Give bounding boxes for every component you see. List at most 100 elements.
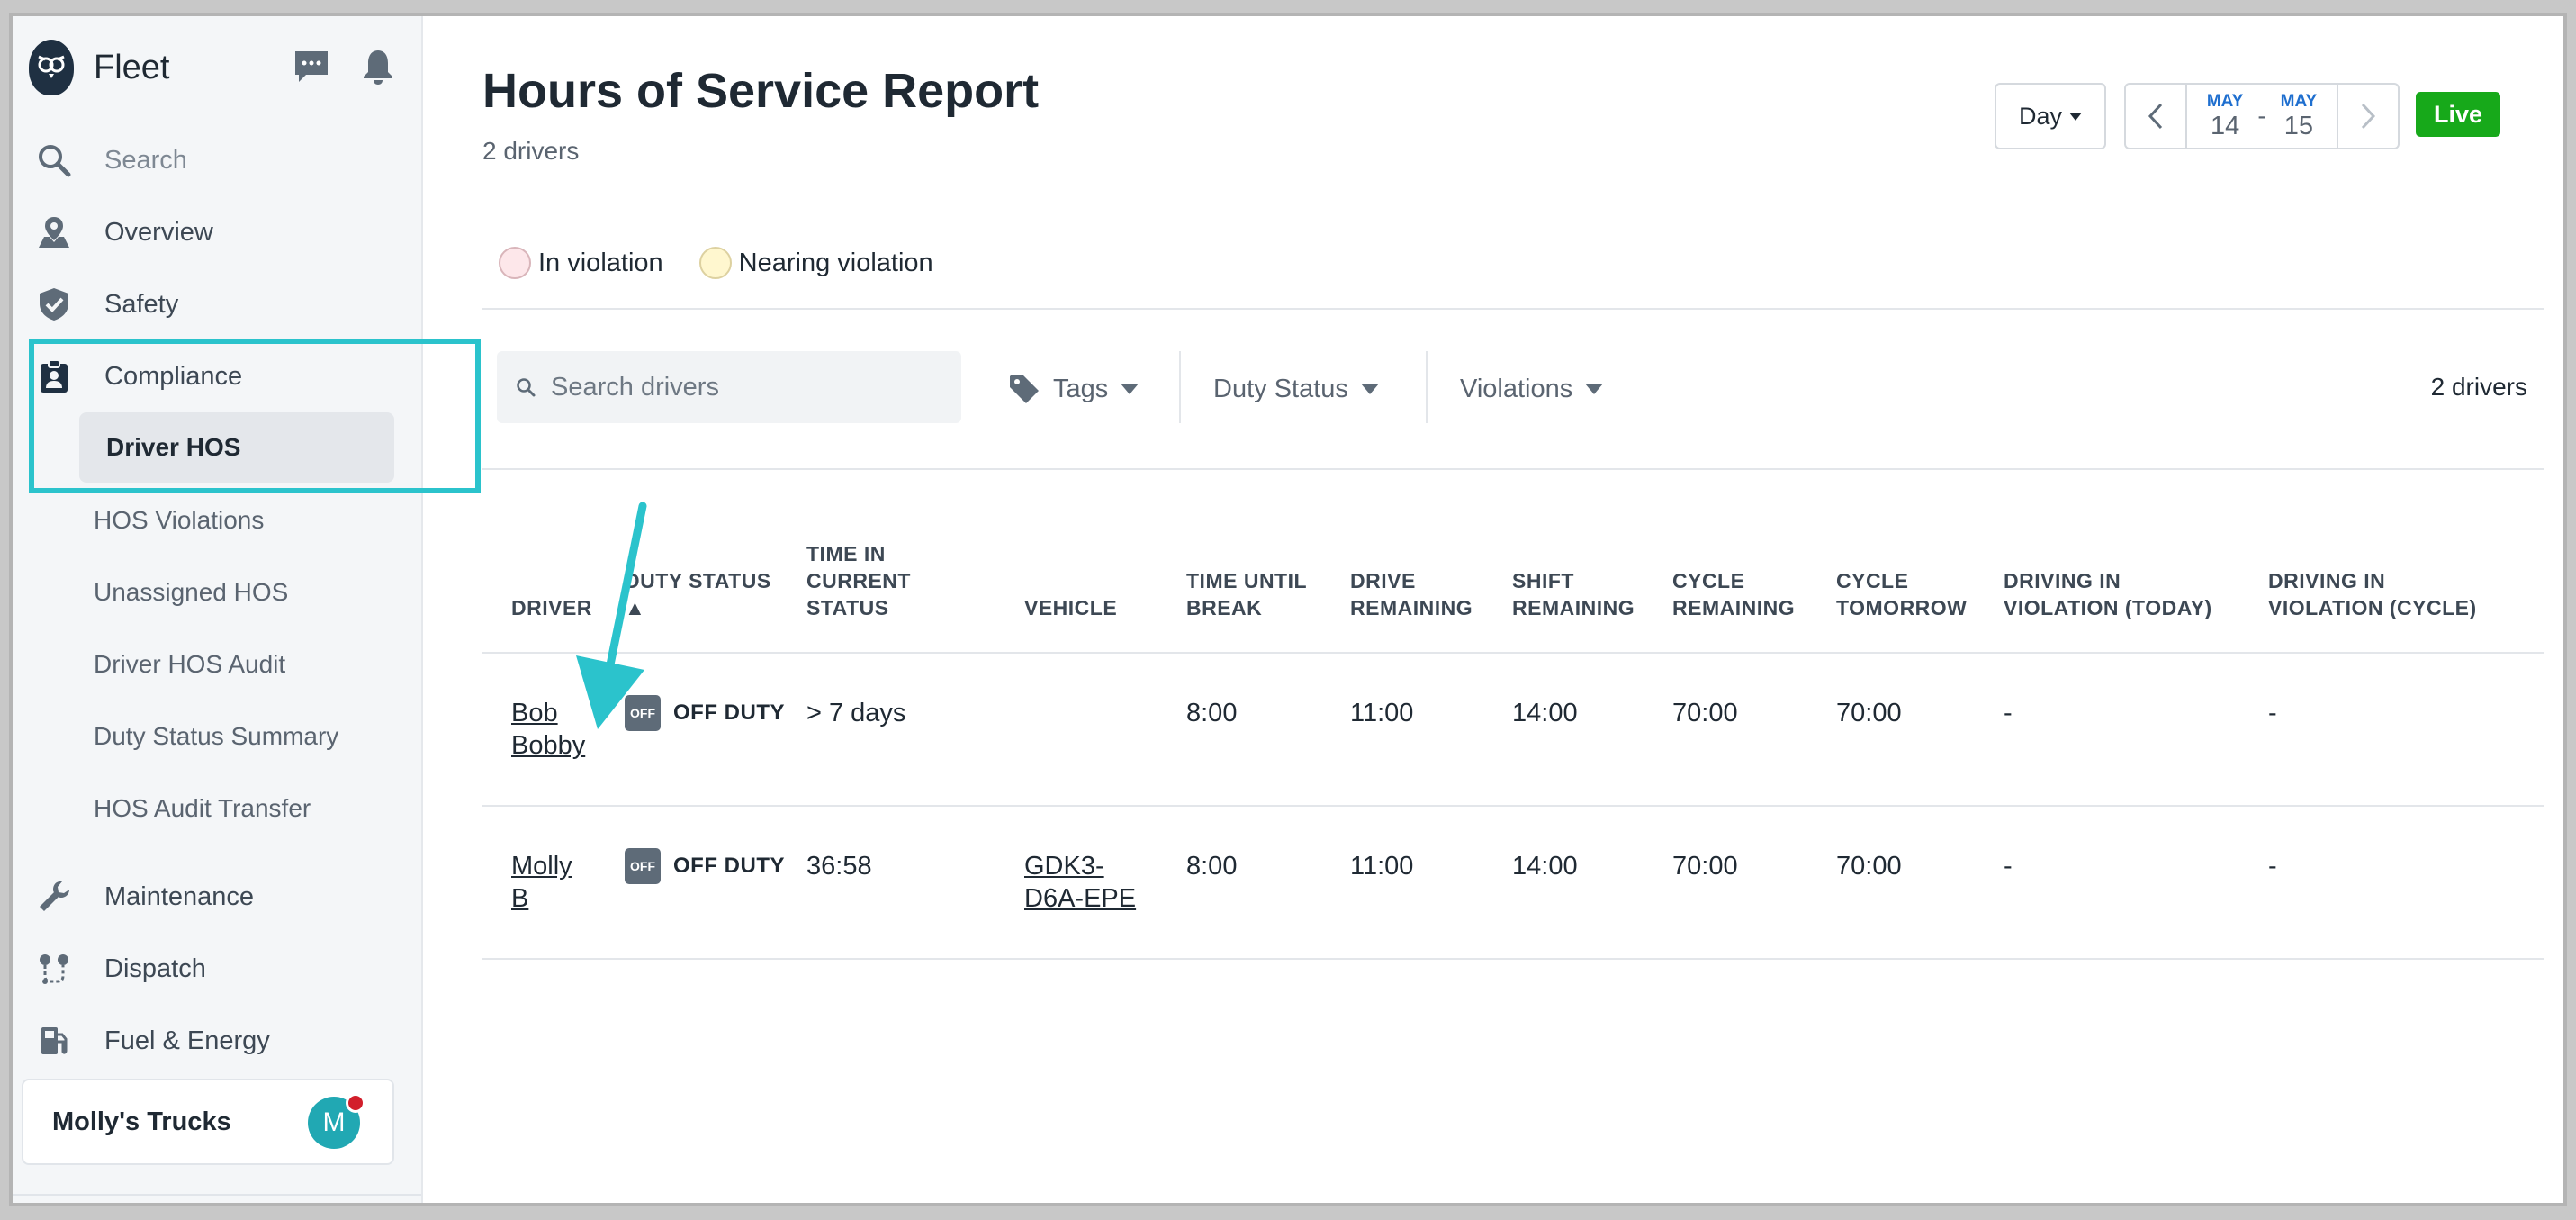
off-duty-icon: OFF xyxy=(625,848,661,884)
col-label: VEHICLE xyxy=(1024,596,1118,619)
col-time-until-break[interactable]: TIME UNTIL BREAK xyxy=(1186,567,1307,621)
range-mode-label: Day xyxy=(2018,102,2062,130)
col-cycle-tomorrow[interactable]: CYCLE TOMORROW xyxy=(1836,567,1967,621)
col-label: TIME UNTIL xyxy=(1186,569,1308,592)
drive-remaining: 11:00 xyxy=(1350,699,1414,727)
cycle-remaining: 70:00 xyxy=(1672,699,1738,727)
col-label: TOMORROW xyxy=(1836,596,1968,619)
header-divider xyxy=(482,308,2544,310)
sidebar-item-maintenance[interactable]: Maintenance xyxy=(36,879,254,915)
col-label: STATUS xyxy=(806,596,889,619)
sidebar-subitem-duty-status-summary[interactable]: Duty Status Summary xyxy=(94,722,338,751)
bell-icon[interactable] xyxy=(360,49,396,85)
col-driving-violation-cycle[interactable]: DRIVING IN VIOLATION (CYCLE) xyxy=(2268,567,2477,621)
cycle-remaining: 70:00 xyxy=(1672,852,1738,881)
col-label: TIME IN xyxy=(806,542,886,565)
driving-violation-cycle: - xyxy=(2268,699,2277,727)
driving-violation-cycle: - xyxy=(2268,852,2277,881)
annotation-highlight-box xyxy=(29,339,481,493)
row-divider xyxy=(482,958,2544,960)
chevron-right-icon xyxy=(2361,103,2376,130)
col-label: DRIVE xyxy=(1350,569,1416,592)
duty-status-text: OFF DUTY xyxy=(673,700,785,725)
date-range-picker: MAY 14 - MAY 15 xyxy=(2124,83,2400,149)
col-label: SHIFT xyxy=(1512,569,1574,592)
brand[interactable]: Fleet xyxy=(29,40,169,95)
nearing-violation-swatch xyxy=(698,247,732,279)
account-switcher[interactable]: Molly's Trucks M xyxy=(22,1079,394,1165)
shield-check-icon xyxy=(36,286,72,322)
drive-remaining: 11:00 xyxy=(1350,852,1414,881)
duty-status-filter[interactable]: Duty Status xyxy=(1213,355,1379,423)
driver-search-input[interactable] xyxy=(551,372,929,402)
tags-filter[interactable]: Tags xyxy=(1008,355,1139,423)
col-label: VIOLATION (CYCLE) xyxy=(2268,596,2477,619)
driving-violation-today: - xyxy=(2004,699,2013,727)
sidebar-search-label: Search xyxy=(104,145,187,175)
prev-date-button[interactable] xyxy=(2126,85,2187,148)
sidebar-search[interactable]: Search xyxy=(36,142,187,178)
driving-violation-today: - xyxy=(2004,852,2013,881)
time-in-status: > 7 days xyxy=(806,699,906,727)
cycle-tomorrow: 70:00 xyxy=(1836,852,1902,881)
driver-link[interactable]: Molly B xyxy=(511,850,572,915)
vehicle-link[interactable]: GDK3- D6A-EPE xyxy=(1024,850,1136,915)
shift-remaining: 14:00 xyxy=(1512,852,1578,881)
col-label: CYCLE xyxy=(1836,569,1909,592)
col-time-in-status[interactable]: TIME IN CURRENT STATUS xyxy=(806,540,911,621)
col-label: VIOLATION (TODAY) xyxy=(2004,596,2212,619)
col-shift-remaining[interactable]: SHIFT REMAINING xyxy=(1512,567,1635,621)
range-mode-dropdown[interactable]: Day xyxy=(1995,83,2106,149)
col-label: BREAK xyxy=(1186,596,1263,619)
sidebar-subitem-driver-hos-audit[interactable]: Driver HOS Audit xyxy=(94,650,285,679)
col-label: CYCLE xyxy=(1672,569,1745,592)
sidebar-item-label: Fuel & Energy xyxy=(104,1026,270,1055)
chevron-left-icon xyxy=(2148,103,2163,130)
col-drive-remaining[interactable]: DRIVE REMAINING xyxy=(1350,567,1473,621)
caret-down-icon xyxy=(2069,112,2082,121)
date-range-display[interactable]: MAY 14 - MAY 15 xyxy=(2187,85,2337,148)
map-pin-icon xyxy=(36,214,72,250)
duty-status-text: OFF DUTY xyxy=(673,854,785,878)
sidebar-subitem-hos-audit-transfer[interactable]: HOS Audit Transfer xyxy=(94,794,311,823)
fuel-pump-icon xyxy=(36,1023,72,1059)
route-icon xyxy=(36,951,72,987)
caret-down-icon xyxy=(1585,384,1604,394)
col-cycle-remaining[interactable]: CYCLE REMAINING xyxy=(1672,567,1795,621)
col-label: REMAINING xyxy=(1672,596,1796,619)
date-separator: - xyxy=(2257,102,2266,130)
sidebar-item-safety[interactable]: Safety xyxy=(36,286,178,322)
driver-search[interactable] xyxy=(497,351,961,423)
violations-filter[interactable]: Violations xyxy=(1460,355,1604,423)
live-button[interactable]: Live xyxy=(2416,92,2500,137)
chat-icon[interactable] xyxy=(293,49,329,85)
annotation-arrow-icon xyxy=(576,502,647,729)
duty-status-badge: OFF OFF DUTY xyxy=(625,848,785,884)
tags-filter-label: Tags xyxy=(1053,374,1109,403)
violation-legend: In violation Nearing violation xyxy=(499,247,933,279)
sidebar-item-label: Maintenance xyxy=(104,881,255,911)
app-window: Fleet Search Overview Safety Compliance … xyxy=(13,16,2563,1203)
vehicle-line: GDK3- xyxy=(1024,852,1104,881)
caret-down-icon xyxy=(1121,384,1139,394)
next-date-button[interactable] xyxy=(2337,85,2398,148)
sidebar-subitem-unassigned-hos[interactable]: Unassigned HOS xyxy=(94,578,288,607)
col-driving-violation-today[interactable]: DRIVING IN VIOLATION (TODAY) xyxy=(2004,567,2212,621)
owl-logo-icon xyxy=(29,40,74,95)
sidebar-item-overview[interactable]: Overview xyxy=(36,214,213,250)
driver-name-line: B xyxy=(511,884,529,913)
sidebar-footer-divider xyxy=(13,1194,421,1203)
sidebar-item-fuel[interactable]: Fuel & Energy xyxy=(36,1023,270,1059)
sidebar-item-dispatch[interactable]: Dispatch xyxy=(36,951,206,987)
col-label: REMAINING xyxy=(1512,596,1635,619)
start-date: MAY 14 xyxy=(2207,92,2243,141)
driver-name-line: Molly xyxy=(511,852,572,881)
nearing-violation-label: Nearing violation xyxy=(738,248,933,277)
col-label: CURRENT xyxy=(806,569,911,592)
sidebar-subitem-hos-violations[interactable]: HOS Violations xyxy=(94,506,264,535)
caret-down-icon xyxy=(1360,384,1379,394)
col-vehicle[interactable]: VEHICLE xyxy=(1024,594,1117,621)
col-label: DRIVING IN xyxy=(2268,569,2386,592)
end-date: MAY 15 xyxy=(2281,92,2317,141)
time-until-break: 8:00 xyxy=(1186,699,1238,727)
